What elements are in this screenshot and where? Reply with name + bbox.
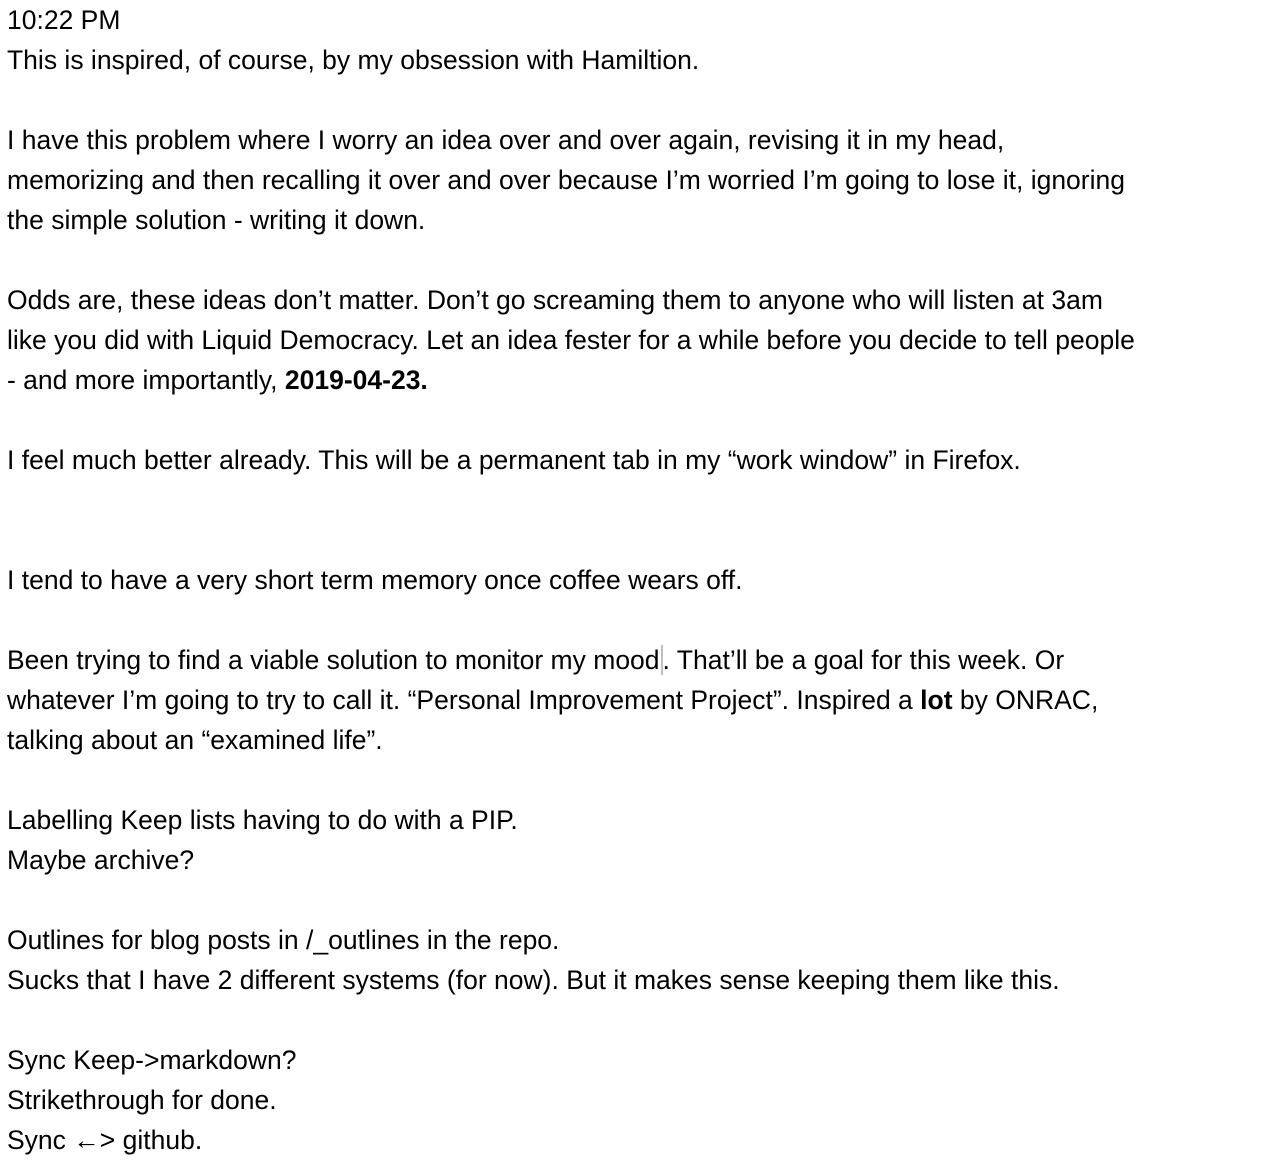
paragraph-line: Been trying to find a viable solution to… <box>7 640 1269 680</box>
paragraph-line: Odds are, these ideas don’t matter. Don’… <box>7 285 1103 315</box>
paragraph-line: I tend to have a very short term memory … <box>7 565 743 595</box>
text-run: Been trying to find a viable solution to… <box>7 645 660 675</box>
paragraph-line: like you did with Liquid Democracy. Let … <box>7 325 1135 355</box>
paragraph-line: I feel much better already. This will be… <box>7 445 1021 475</box>
document-body[interactable]: 10:22 PM This is inspired, of course, by… <box>7 0 1269 1160</box>
paragraph-line: Sucks that I have 2 different systems (f… <box>7 965 1060 995</box>
paragraph-line: Sync Keep->markdown? <box>7 1045 297 1075</box>
paragraph-line: memorizing and then recalling it over an… <box>7 165 1125 195</box>
paragraph-line: Strikethrough for done. <box>7 1085 277 1115</box>
paragraph-line: Outlines for blog posts in /_outlines in… <box>7 925 560 955</box>
bold-word: lot <box>920 685 953 715</box>
text-run: by ONRAC, <box>952 685 1099 715</box>
bold-date: 2019-04-23. <box>284 365 428 395</box>
paragraph-line: Maybe archive? <box>7 845 195 875</box>
paragraph-line: Sync ←> github. <box>7 1125 203 1155</box>
text-run: whatever I’m going to try to call it. “P… <box>7 685 921 715</box>
paragraph-line: I have this problem where I worry an ide… <box>7 125 1005 155</box>
paragraph-line: This is inspired, of course, by my obses… <box>7 45 700 75</box>
timestamp: 10:22 PM <box>7 5 121 35</box>
paragraph-line: whatever I’m going to try to call it. “P… <box>7 680 1269 720</box>
paragraph-line: Labelling Keep lists having to do with a… <box>7 805 518 835</box>
text-run: . That’ll be a goal for this week. Or <box>662 645 1065 675</box>
text-run: - and more importantly, <box>7 365 285 395</box>
paragraph-line: the simple solution - writing it down. <box>7 205 426 235</box>
paragraph-line: - and more importantly, 2019-04-23. <box>7 360 1269 400</box>
paragraph-line: talking about an “examined life”. <box>7 725 383 755</box>
